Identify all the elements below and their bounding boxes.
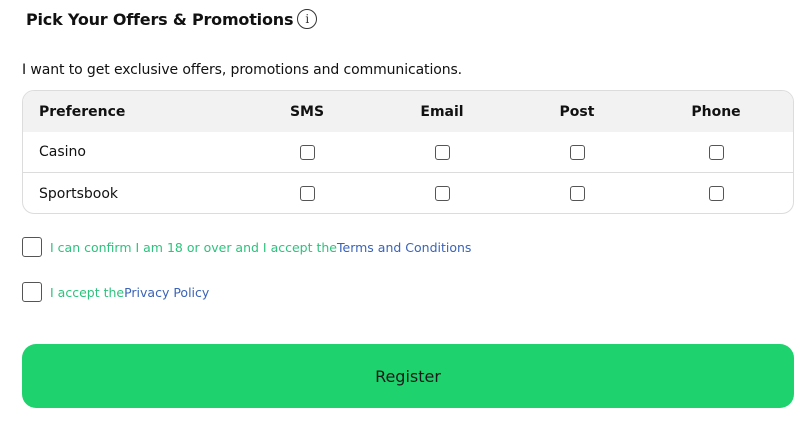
row-label-sportsbook: Sportsbook	[39, 185, 119, 202]
header-preference: Preference	[39, 103, 126, 120]
sportsbook-phone-checkbox[interactable]	[708, 186, 724, 201]
offers-intro-text: I want to get exclusive offers, promotio…	[22, 62, 463, 78]
preferences-table: Preference SMS Email Post Phone Casino S…	[22, 90, 794, 214]
privacy-consent-row: I accept the Privacy Policy	[22, 282, 209, 302]
sportsbook-post-checkbox[interactable]	[569, 186, 585, 201]
table-row-sportsbook: Sportsbook	[23, 173, 793, 213]
privacy-consent-checkbox[interactable]	[22, 282, 42, 302]
privacy-policy-link[interactable]: Privacy Policy	[124, 285, 209, 300]
header-email: Email	[420, 103, 464, 120]
casino-post-checkbox[interactable]	[569, 144, 585, 160]
header-sms: SMS	[289, 103, 325, 120]
sportsbook-sms-checkbox[interactable]	[299, 186, 315, 201]
row-label-casino: Casino	[39, 144, 86, 160]
table-header: Preference SMS Email Post Phone	[23, 91, 793, 132]
info-icon[interactable]: i	[297, 9, 318, 29]
casino-email-checkbox[interactable]	[434, 144, 450, 160]
privacy-consent-text: I accept the	[50, 284, 125, 300]
casino-sms-checkbox[interactable]	[299, 144, 315, 160]
sportsbook-email-checkbox[interactable]	[434, 186, 450, 201]
register-button[interactable]: Register	[22, 344, 794, 408]
page-header: Pick Your Offers & Promotions i	[26, 9, 318, 29]
age-consent-row: I can confirm I am 18 or over and I acce…	[22, 237, 471, 257]
header-post: Post	[559, 103, 595, 120]
age-consent-checkbox[interactable]	[22, 237, 42, 257]
age-consent-text: I can confirm I am 18 or over and I acce…	[50, 239, 337, 255]
terms-link[interactable]: Terms and Conditions	[337, 240, 471, 255]
table-row-casino: Casino	[23, 132, 793, 173]
page-title: Pick Your Offers & Promotions	[26, 9, 294, 29]
casino-phone-checkbox[interactable]	[708, 144, 724, 160]
header-phone: Phone	[691, 103, 741, 120]
